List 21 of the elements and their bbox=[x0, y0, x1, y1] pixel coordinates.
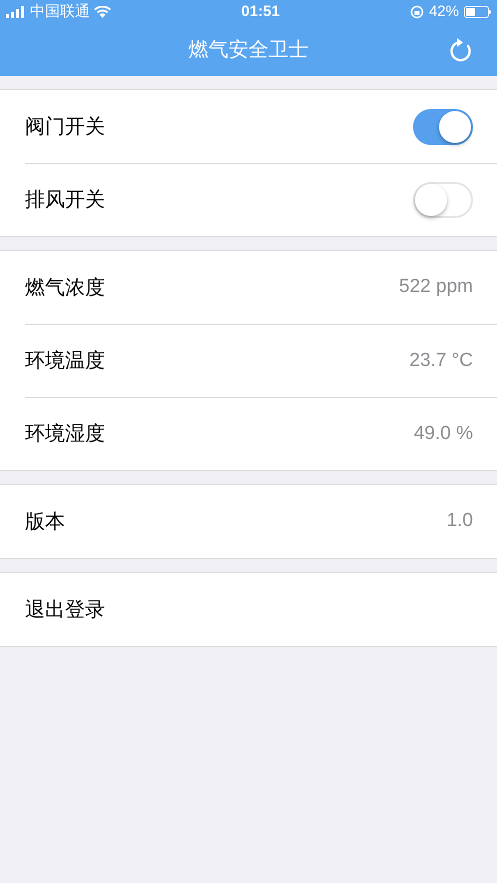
wifi-icon bbox=[94, 6, 111, 18]
row-value: 1.0 bbox=[446, 509, 473, 534]
row-value: 49.0 % bbox=[414, 422, 473, 446]
row-label: 环境湿度 bbox=[25, 422, 105, 447]
row-value: 23.7 °C bbox=[409, 348, 473, 373]
row-value: 522 ppm bbox=[399, 275, 473, 300]
row-label: 排风开关 bbox=[25, 188, 105, 213]
row-label: 环境温度 bbox=[25, 349, 105, 374]
row-label: 退出登录 bbox=[25, 598, 105, 622]
refresh-icon bbox=[449, 37, 473, 63]
carrier-name: 中国联通 bbox=[30, 2, 90, 22]
battery-icon bbox=[464, 6, 491, 18]
page-title: 燃气安全卫士 bbox=[188, 38, 308, 63]
row-label: 阀门开关 bbox=[25, 114, 105, 140]
battery-percent: 42% bbox=[428, 2, 459, 22]
toggle-switch[interactable] bbox=[413, 108, 473, 144]
row-label: 燃气浓度 bbox=[25, 276, 105, 300]
rotation-lock-icon bbox=[410, 5, 424, 19]
clock-time: 01:51 bbox=[241, 2, 280, 22]
signal-icon bbox=[6, 6, 26, 18]
row-label: 版本 bbox=[25, 510, 65, 534]
